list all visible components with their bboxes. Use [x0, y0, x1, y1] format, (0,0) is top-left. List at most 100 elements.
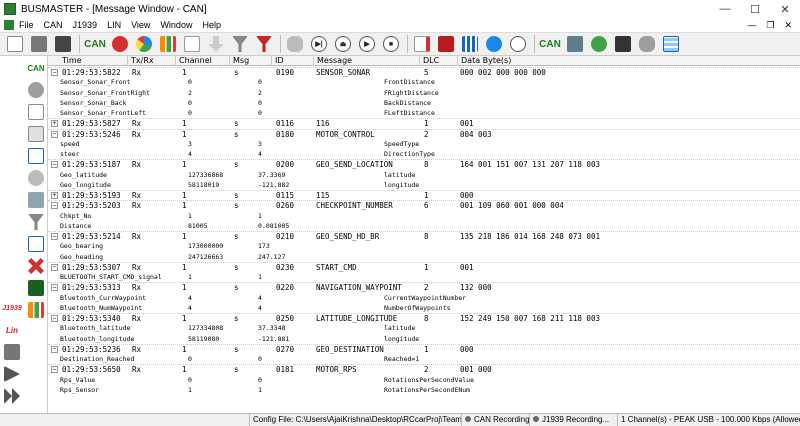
expand-toggle-icon[interactable]: −: [51, 284, 58, 292]
j1939-mode-button[interactable]: J1939: [2, 298, 22, 318]
expand-toggle-icon[interactable]: −: [51, 69, 58, 76]
table-view-button[interactable]: [660, 34, 682, 54]
status-bar: Config File: C:\Users\AjaiKrishna\Deskto…: [0, 413, 800, 426]
time-mode-button[interactable]: [507, 34, 529, 54]
open-config-button[interactable]: [28, 34, 50, 54]
filter-down-button[interactable]: [205, 34, 227, 54]
col-msg-type[interactable]: Msg: [230, 56, 272, 66]
expand-toggle-icon[interactable]: −: [51, 233, 58, 240]
edit-db-button[interactable]: [26, 146, 46, 166]
signal-row: Geo_bearing 173000000 173: [48, 241, 800, 251]
col-channel[interactable]: Channel: [176, 56, 230, 66]
menu-view[interactable]: View: [126, 20, 155, 30]
can-connect-button[interactable]: CAN: [83, 34, 107, 54]
mdi-minimize-button[interactable]: —: [747, 20, 756, 30]
lin-mode-button[interactable]: Lin: [2, 320, 22, 340]
expand-toggle-icon[interactable]: −: [51, 263, 58, 271]
message-row[interactable]: −01:29:53:5214 Rx 1 s 0210 GEO_SEND_HD_BR 8 135…: [48, 231, 800, 241]
signal-physical: 0: [258, 355, 262, 363]
database-stack-button[interactable]: [636, 34, 658, 54]
expand-toggle-icon[interactable]: +: [51, 192, 58, 199]
col-txrx[interactable]: Tx/Rx: [128, 56, 176, 66]
config-button[interactable]: [26, 80, 46, 100]
signal-name: Bluetooth_NumWaypoint: [60, 303, 143, 312]
new-config-button[interactable]: [4, 34, 26, 54]
message-row[interactable]: −01:29:53:5203 Rx 1 s 0260 CHECKPOINT_NUMBER 6…: [48, 200, 800, 210]
grid-button[interactable]: [459, 34, 481, 54]
fast-forward-button[interactable]: [2, 386, 22, 406]
save-log-button[interactable]: [612, 34, 634, 54]
replay-log-button[interactable]: [26, 168, 46, 188]
col-id[interactable]: ID: [272, 56, 314, 66]
menu-can[interactable]: CAN: [39, 20, 68, 30]
message-row[interactable]: −01:29:53:5187 Rx 1 s 0200 GEO_SEND_LOCATION 8…: [48, 159, 800, 169]
message-row[interactable]: −01:29:53:5650 Rx 1 s 0181 MOTOR_RPS 2 001 000: [48, 364, 800, 374]
nodes-button[interactable]: [26, 190, 46, 210]
message-row[interactable]: −01:29:53:5246 Rx 1 s 0180 MOTOR_CONTROL 2 004 …: [48, 128, 800, 139]
database-button[interactable]: [435, 34, 457, 54]
log-button[interactable]: [26, 124, 46, 144]
message-row[interactable]: −01:29:53:5340 Rx 1 s 0250 LATITUDE_LONGITUDE…: [48, 313, 800, 323]
dbc-button[interactable]: [26, 102, 46, 122]
message-row[interactable]: −01:29:53:5307 Rx 1 s 0230 START_CMD 1 001: [48, 261, 800, 272]
bar-stats-button[interactable]: [26, 300, 46, 320]
minimize-button[interactable]: —: [710, 0, 740, 18]
expand-toggle-icon[interactable]: −: [51, 366, 58, 374]
signal-physical: 4: [258, 150, 262, 158]
message-list-button[interactable]: [181, 34, 203, 54]
signal-graph-button[interactable]: [26, 278, 46, 298]
skip-button[interactable]: ▶|: [308, 34, 330, 54]
expand-toggle-icon[interactable]: −: [51, 315, 58, 322]
add-button[interactable]: [588, 34, 610, 54]
col-data[interactable]: Data Byte(s): [458, 56, 800, 66]
close-button[interactable]: ✕: [770, 0, 800, 18]
can-mode-button[interactable]: CAN: [26, 58, 46, 78]
message-row[interactable]: +01:29:53:5827 Rx 1 s 0116 116 1 001: [48, 118, 800, 128]
eject-button[interactable]: ⏏: [332, 34, 354, 54]
menu-lin[interactable]: LIN: [102, 20, 126, 30]
disconnect-button[interactable]: [109, 34, 131, 54]
signal-row: BLUETOOTH_START_CMD_signal 1 1: [48, 272, 800, 282]
document-icon[interactable]: [4, 20, 14, 30]
col-message[interactable]: Message: [314, 56, 420, 66]
table-icon: [663, 36, 679, 52]
mdi-close-button[interactable]: ✕: [784, 20, 792, 31]
stop-button[interactable]: ■: [380, 34, 402, 54]
message-row[interactable]: −01:29:53:5822 Rx 1 s 0190 SENSOR_SONAR 5 000 0…: [48, 67, 800, 77]
signal-row: Chkpt_No 1 1: [48, 211, 800, 221]
signal-watch-button[interactable]: [284, 34, 306, 54]
expand-toggle-icon[interactable]: +: [51, 120, 58, 128]
col-time[interactable]: Time: [48, 56, 128, 66]
save-config-button[interactable]: [52, 34, 74, 54]
expand-toggle-icon[interactable]: −: [51, 130, 58, 138]
msg-window-button[interactable]: [26, 234, 46, 254]
expand-toggle-icon[interactable]: −: [51, 202, 58, 210]
signal-unit: SpeedType: [384, 139, 420, 148]
delete-button[interactable]: [26, 256, 46, 276]
menu-help[interactable]: Help: [197, 20, 226, 30]
maximize-button[interactable]: ☐: [740, 0, 770, 18]
message-row[interactable]: −01:29:53:5313 Rx 1 s 0220 NAVIGATION_WAYPOIN…: [48, 282, 800, 292]
statistics-button[interactable]: [133, 34, 155, 54]
menu-file[interactable]: File: [14, 20, 39, 30]
message-row[interactable]: −01:29:53:5236 Rx 1 s 0270 GEO_DESTINATION 1 00…: [48, 343, 800, 354]
filter-edit-button[interactable]: [253, 34, 275, 54]
folder-button[interactable]: [2, 342, 22, 362]
menu-window[interactable]: Window: [155, 20, 197, 30]
can-channel-button[interactable]: CAN: [538, 34, 562, 54]
message-row[interactable]: +01:29:53:5193 Rx 1 s 0115 115 1 000: [48, 190, 800, 200]
network-button[interactable]: [564, 34, 586, 54]
col-dlc[interactable]: DLC: [420, 56, 458, 66]
clear-window-button[interactable]: [411, 34, 433, 54]
graph-button[interactable]: [157, 34, 179, 54]
expand-toggle-icon[interactable]: −: [51, 345, 58, 353]
menu-j1939[interactable]: J1939: [68, 20, 103, 30]
play-button[interactable]: ▶: [356, 34, 378, 54]
play-side-button[interactable]: [2, 364, 22, 384]
main-toolbar: CAN ▶| ⏏ ▶ ■ CAN: [0, 32, 800, 56]
expand-toggle-icon[interactable]: −: [51, 161, 58, 169]
filter-button[interactable]: [229, 34, 251, 54]
filter-side-button[interactable]: [26, 212, 46, 232]
replay-button[interactable]: [483, 34, 505, 54]
mdi-restore-button[interactable]: ❐: [766, 20, 774, 31]
